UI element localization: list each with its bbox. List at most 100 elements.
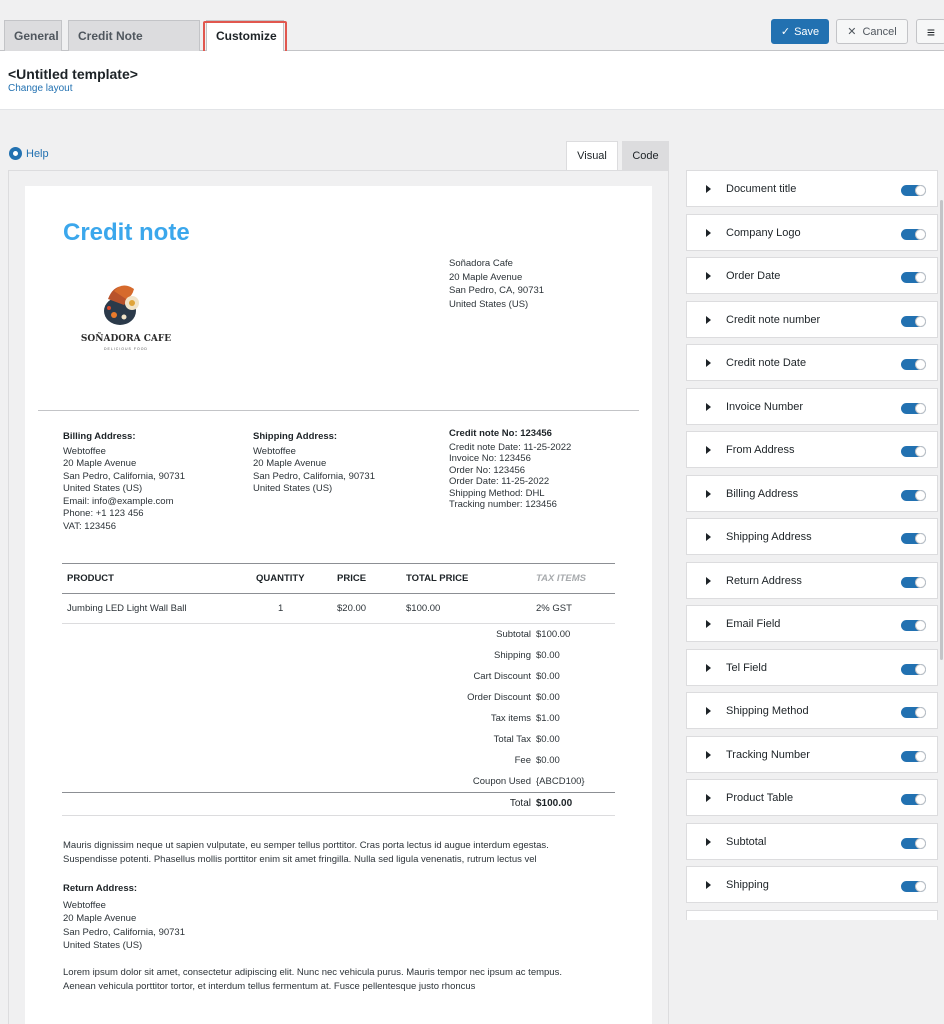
template-header: <Untitled template> Change layout: [0, 51, 944, 110]
totals-row: Cart Discount $0.00: [62, 666, 615, 687]
expand-arrow-icon[interactable]: [706, 881, 711, 889]
credit-info-line: Shipping Method: DHL: [449, 487, 545, 499]
footer-note-line: Mauris dignissim neque ut sapien vulputa…: [63, 840, 549, 851]
totals-label: Total Tax: [493, 734, 531, 745]
footer-note-line: Suspendisse potenti. Phasellus mollis po…: [63, 853, 537, 865]
setting-shipping-address[interactable]: Shipping Address: [686, 518, 938, 555]
setting-subtotal[interactable]: Subtotal: [686, 823, 938, 860]
help-link[interactable]: Help: [9, 147, 49, 160]
expand-arrow-icon[interactable]: [706, 316, 711, 324]
footer-note[interactable]: Mauris dignissim neque ut sapien vulputa…: [63, 839, 623, 866]
toggle-switch[interactable]: [901, 446, 926, 457]
expand-arrow-icon[interactable]: [706, 490, 711, 498]
setting-label: Order Date: [726, 270, 781, 282]
cancel-button[interactable]: ✕ Cancel: [836, 19, 908, 44]
setting-billing-address[interactable]: Billing Address: [686, 475, 938, 512]
expand-arrow-icon[interactable]: [706, 446, 711, 454]
credit-info-line: Credit note Date: 11-25-2022: [449, 441, 572, 453]
setting-document-title[interactable]: Document title: [686, 170, 938, 207]
billing-address[interactable]: Billing Address: Webtoffee 20 Maple Aven…: [63, 431, 243, 533]
setting-company-logo[interactable]: Company Logo: [686, 214, 938, 251]
toggle-switch[interactable]: [901, 316, 926, 327]
toggle-switch[interactable]: [901, 794, 926, 805]
toggle-switch[interactable]: [901, 881, 926, 892]
toggle-switch[interactable]: [901, 664, 926, 675]
save-button[interactable]: ✓ Save: [771, 19, 829, 44]
setting-invoice-number[interactable]: Invoice Number: [686, 388, 938, 425]
toggle-switch[interactable]: [901, 577, 926, 588]
tab-visual[interactable]: Visual: [566, 141, 618, 170]
setting-label: Tracking Number: [726, 749, 810, 761]
toggle-switch[interactable]: [901, 620, 926, 631]
expand-arrow-icon[interactable]: [706, 620, 711, 628]
toggle-switch[interactable]: [901, 751, 926, 762]
totals-label: Subtotal: [496, 629, 531, 640]
toggle-switch[interactable]: [901, 359, 926, 370]
change-layout-link[interactable]: Change layout: [8, 83, 73, 94]
expand-arrow-icon[interactable]: [706, 577, 711, 585]
document-title[interactable]: Credit note: [63, 219, 190, 247]
toggle-switch[interactable]: [901, 403, 926, 414]
expand-arrow-icon[interactable]: [706, 272, 711, 280]
setting-shipping[interactable]: Shipping: [686, 866, 938, 903]
return-line: 20 Maple Avenue: [63, 913, 137, 924]
setting-credit-note-number[interactable]: Credit note number: [686, 301, 938, 338]
totals-label: Cart Discount: [473, 671, 531, 682]
tab-customize[interactable]: Customize: [206, 20, 284, 52]
toggle-switch[interactable]: [901, 229, 926, 240]
settings-scrollbar[interactable]: [940, 200, 943, 660]
grand-total-label: Total: [509, 798, 531, 809]
totals-value: $100.00: [536, 629, 571, 640]
expand-arrow-icon[interactable]: [706, 664, 711, 672]
toggle-switch[interactable]: [901, 533, 926, 544]
tab-credit-note-number[interactable]: Credit Note Number: [68, 20, 200, 73]
toggle-switch[interactable]: [901, 490, 926, 501]
return-address[interactable]: Return Address: Webtoffee 20 Maple Avenu…: [63, 882, 185, 953]
expand-arrow-icon[interactable]: [706, 533, 711, 541]
product-table[interactable]: PRODUCT QUANTITY PRICE TOTAL PRICE TAX I…: [62, 563, 615, 624]
tab-general[interactable]: General: [4, 20, 62, 51]
totals-label: Coupon Used: [472, 776, 531, 787]
expand-arrow-icon[interactable]: [706, 794, 711, 802]
setting-credit-note-date[interactable]: Credit note Date: [686, 344, 938, 381]
toggle-switch[interactable]: [901, 272, 926, 283]
cell-price: $20.00: [337, 603, 367, 614]
shipping-address[interactable]: Shipping Address: Webtoffee 20 Maple Ave…: [253, 431, 433, 496]
totals-block[interactable]: Subtotal $100.00 Shipping $0.00 Cart Disco…: [62, 624, 615, 792]
setting-tracking-number[interactable]: Tracking Number: [686, 736, 938, 773]
totals-value: $1.00: [536, 713, 560, 724]
expand-arrow-icon[interactable]: [706, 229, 711, 237]
setting-return-address[interactable]: Return Address: [686, 562, 938, 599]
totals-label: Shipping: [494, 650, 531, 661]
hamburger-menu-icon[interactable]: ≡: [916, 19, 944, 44]
setting-shipping-method[interactable]: Shipping Method: [686, 692, 938, 729]
setting-label: Credit note Date: [726, 357, 807, 369]
from-address[interactable]: Soñadora Cafe 20 Maple Avenue San Pedro,…: [449, 257, 544, 311]
return-line: San Pedro, California, 90731: [63, 926, 185, 938]
expand-arrow-icon[interactable]: [706, 403, 711, 411]
expand-arrow-icon[interactable]: [706, 359, 711, 367]
setting-email-field[interactable]: Email Field: [686, 605, 938, 642]
header-quantity: QUANTITY: [256, 573, 305, 584]
setting-product-table[interactable]: Product Table: [686, 779, 938, 816]
expand-arrow-icon[interactable]: [706, 185, 711, 193]
credit-note-info[interactable]: Credit note No: 123456 Credit note Date:…: [449, 428, 629, 511]
expand-arrow-icon[interactable]: [706, 707, 711, 715]
setting-order-date[interactable]: Order Date: [686, 257, 938, 294]
setting-label: Document title: [726, 183, 797, 195]
setting-tel-field[interactable]: Tel Field: [686, 649, 938, 686]
table-row: Jumbing LED Light Wall Ball 1 $20.00 $10…: [62, 594, 615, 624]
expand-arrow-icon[interactable]: [706, 838, 711, 846]
setting-from-address[interactable]: From Address: [686, 431, 938, 468]
expand-arrow-icon[interactable]: [706, 751, 711, 759]
totals-value: $0.00: [536, 734, 560, 745]
toggle-switch[interactable]: [901, 707, 926, 718]
setting-partial[interactable]: [686, 910, 938, 920]
totals-label: Tax items: [490, 713, 531, 724]
special-note[interactable]: Lorem ipsum dolor sit amet, consectetur …: [63, 966, 623, 993]
company-logo[interactable]: SOÑADORA CAFE DELICIOUS FOOD: [80, 275, 172, 355]
toggle-switch[interactable]: [901, 185, 926, 196]
tab-code[interactable]: Code: [622, 141, 669, 170]
toggle-switch[interactable]: [901, 838, 926, 849]
header-divider: [38, 410, 639, 411]
